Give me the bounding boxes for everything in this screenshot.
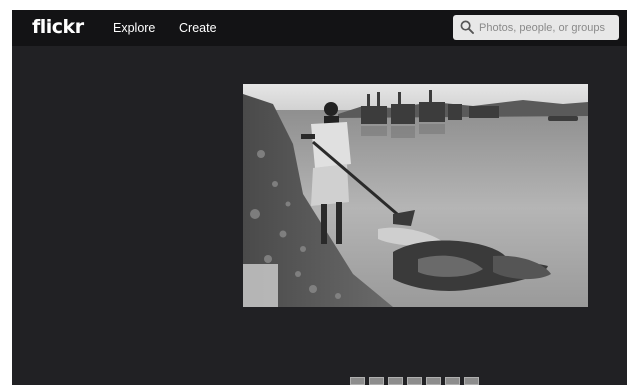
nav-create-link[interactable]: Create — [179, 20, 217, 36]
nav-explore-link[interactable]: Explore — [113, 20, 155, 36]
filmstrip-thumbnail[interactable] — [445, 377, 460, 385]
search-input[interactable] — [479, 15, 615, 40]
flickr-window: flickr Explore Create — [12, 10, 627, 385]
search-icon[interactable] — [460, 20, 474, 34]
filmstrip-thumbnail[interactable] — [464, 377, 479, 385]
search-box[interactable] — [453, 15, 619, 40]
flickr-logo[interactable]: flickr — [32, 15, 84, 39]
filmstrip-thumbnail[interactable] — [388, 377, 403, 385]
filmstrip-thumbnail[interactable] — [407, 377, 422, 385]
filmstrip-thumbnail[interactable] — [426, 377, 441, 385]
main-photo[interactable] — [243, 84, 588, 307]
filmstrip-thumbnail[interactable] — [350, 377, 365, 385]
photo-filmstrip — [350, 377, 479, 385]
filmstrip-thumbnail[interactable] — [369, 377, 384, 385]
top-navigation-bar: flickr Explore Create — [12, 10, 627, 46]
photo-image — [243, 84, 588, 307]
